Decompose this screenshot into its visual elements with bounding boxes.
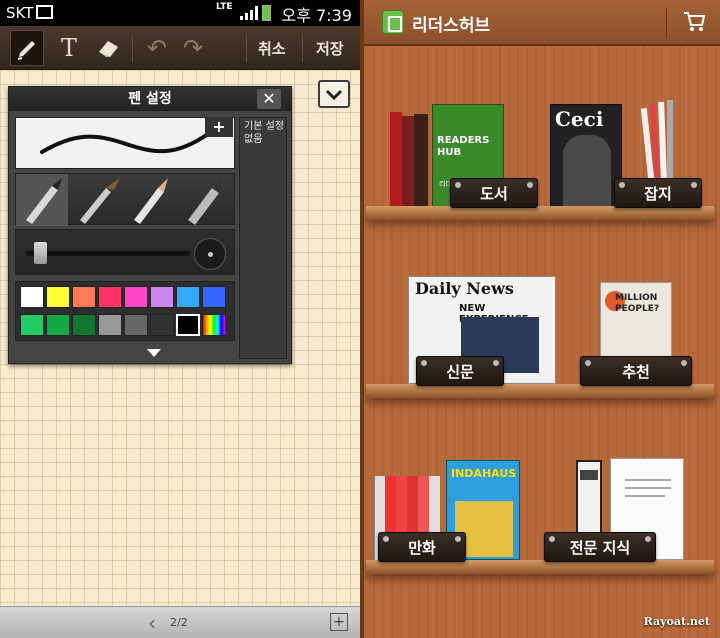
note-footer: ‹ 2/2 + [0, 606, 360, 638]
shelf-label-books[interactable]: 도서 [450, 178, 538, 208]
add-page-button[interactable]: + [330, 613, 348, 631]
color-palette [15, 281, 235, 341]
clock: 오후 7:39 [281, 6, 352, 25]
add-page-icon: + [333, 614, 345, 630]
chevron-down-icon [325, 89, 343, 101]
newspaper-title: Daily News [415, 279, 514, 298]
shelf-label-text: 전문 지식 [569, 539, 631, 557]
snote-screen: SKT LTE 오후 7:39 T ↶ ↷ 취소 저장 펜 설정 ✕ + 기본 … [0, 0, 360, 638]
color-swatch[interactable] [124, 286, 148, 308]
ceci-title: Ceci [555, 107, 604, 131]
recommended-title: MILLION PEOPLE? [615, 293, 660, 314]
toolbar-divider [132, 34, 133, 62]
signal-icon [240, 6, 258, 20]
color-swatch[interactable] [72, 286, 96, 308]
close-icon: ✕ [262, 89, 276, 108]
shelf-label-newspaper[interactable]: 신문 [416, 356, 504, 386]
shelf-label-text: 추천 [622, 363, 650, 381]
color-swatch[interactable] [98, 286, 122, 308]
shelf-label-text: 잡지 [644, 185, 672, 203]
color-swatch[interactable] [202, 314, 226, 336]
fountain-pen-icon[interactable] [16, 174, 68, 226]
image-notification-icon [36, 5, 53, 19]
color-swatch[interactable] [72, 314, 96, 336]
shelf-label-text: 만화 [408, 539, 436, 557]
pen-settings-title-text: 펜 설정 [128, 91, 172, 107]
battery-icon [262, 5, 271, 21]
color-swatch[interactable] [150, 314, 174, 336]
toolbar-divider [302, 34, 303, 62]
undo-icon: ↶ [146, 34, 168, 62]
text-tool-button[interactable]: T [52, 30, 86, 66]
carrier-label: SKT [6, 4, 34, 22]
eraser-tool-button[interactable] [92, 30, 126, 66]
shelf-label-comics[interactable]: 만화 [378, 532, 466, 562]
thickness-slider[interactable] [15, 229, 235, 275]
cart-button[interactable] [682, 10, 706, 37]
book-stack[interactable] [390, 112, 430, 208]
color-swatch[interactable] [176, 286, 200, 308]
redo-button[interactable]: ↷ [176, 30, 210, 66]
brush-pen-icon[interactable] [80, 178, 120, 224]
note-toolbar: T ↶ ↷ 취소 저장 [0, 26, 360, 70]
network-label: LTE [216, 2, 233, 12]
panel-arrow-icon [147, 349, 161, 357]
pen-types-svg [16, 174, 222, 226]
readers-hub-screen: 리더스허브 READERS HUB 리더스허브 소개 Ceci [360, 0, 720, 638]
app-header: 리더스허브 [364, 0, 720, 46]
stroke-preview-curve [40, 132, 210, 154]
cancel-button[interactable]: 취소 [258, 38, 286, 59]
stroke-preview [15, 117, 235, 169]
plus-icon: + [212, 117, 226, 136]
readers-hub-book-title: READERS HUB [437, 135, 490, 158]
redo-icon: ↷ [182, 34, 204, 62]
color-swatch[interactable] [20, 286, 44, 308]
status-bar: SKT LTE 오후 7:39 [0, 0, 360, 26]
app-title: 리더스허브 [412, 16, 491, 36]
pen-tool-button[interactable] [10, 30, 44, 66]
pen-type-selector [15, 173, 235, 226]
undo-button[interactable]: ↶ [140, 30, 174, 66]
header-divider [666, 8, 667, 38]
color-swatch[interactable] [46, 314, 70, 336]
comic-title: INDAHAUS [451, 467, 517, 480]
shelf-label-text: 도서 [480, 185, 508, 203]
readers-hub-logo-icon [382, 10, 404, 34]
ceci-magazine[interactable]: Ceci [550, 104, 622, 208]
toolbar-divider [246, 34, 247, 62]
color-swatch[interactable] [176, 314, 200, 336]
shelf-label-recommended[interactable]: 추천 [580, 356, 692, 386]
color-swatch[interactable] [20, 314, 44, 336]
slider-thumb[interactable] [34, 242, 47, 264]
save-button[interactable]: 저장 [316, 38, 344, 59]
preset-list: 기본 설정 없음 [239, 117, 287, 359]
color-swatch[interactable] [150, 286, 174, 308]
pencil-icon[interactable] [134, 178, 168, 224]
thickness-preview [194, 238, 226, 270]
color-swatch[interactable] [202, 286, 226, 308]
expand-button[interactable] [318, 80, 350, 108]
color-swatch[interactable] [46, 286, 70, 308]
shelf-label-magazines[interactable]: 잡지 [614, 178, 702, 208]
shelf-label-text: 신문 [446, 363, 474, 381]
screenshot-root: SKT LTE 오후 7:39 T ↶ ↷ 취소 저장 펜 설정 ✕ + 기본 … [0, 0, 720, 638]
pen-settings-title: 펜 설정 [9, 87, 291, 111]
prev-page-icon[interactable]: ‹ [148, 611, 156, 635]
marker-pen-icon[interactable] [188, 180, 222, 225]
color-swatch[interactable] [124, 314, 148, 336]
shelf-label-professional[interactable]: 전문 지식 [544, 532, 656, 562]
pen-settings-panel: 펜 설정 ✕ + 기본 설정 없음 [8, 86, 292, 364]
preset-empty-text: 기본 설정 없음 [244, 121, 284, 145]
close-button[interactable]: ✕ [257, 89, 281, 109]
page-indicator: 2/2 [170, 616, 188, 629]
color-swatch[interactable] [98, 314, 122, 336]
pen-icon [17, 41, 35, 60]
eraser-icon [99, 41, 118, 57]
cart-icon [684, 12, 706, 31]
text-icon: T [60, 34, 77, 62]
slider-track [26, 251, 190, 256]
shelf-board [366, 384, 714, 398]
add-preset-button[interactable]: + [205, 117, 233, 137]
watermark: Rayoat.net [643, 615, 710, 628]
